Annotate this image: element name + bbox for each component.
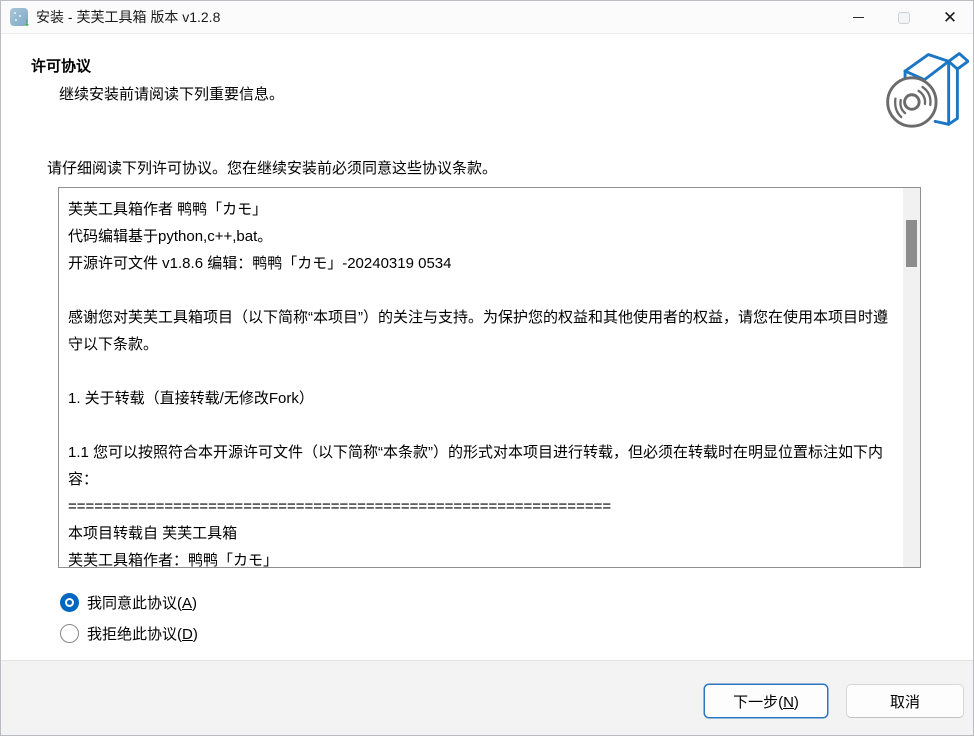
minimize-button[interactable]: [835, 1, 881, 34]
page-subtitle: 继续安装前请阅读下列重要信息。: [59, 86, 285, 103]
app-icon: ⭣: [10, 8, 29, 28]
license-scrollbar[interactable]: [903, 188, 920, 567]
wizard-box-disc-icon: [886, 52, 969, 128]
app-icon-download-arrow: ⭣: [24, 18, 29, 28]
radio-accept-agreement[interactable]: 我同意此协议(A): [60, 592, 197, 613]
close-icon: ✕: [942, 8, 958, 27]
next-button[interactable]: 下一步(N): [704, 684, 828, 718]
radio-decline-agreement[interactable]: 我拒绝此协议(D): [60, 623, 198, 644]
radio-selected-icon[interactable]: [60, 593, 79, 612]
radio-decline-label: 我拒绝此协议(D): [87, 626, 198, 643]
page-title: 许可协议: [31, 58, 92, 75]
maximize-icon: [898, 11, 910, 24]
close-button[interactable]: ✕: [927, 1, 973, 34]
scrollbar-thumb[interactable]: [906, 220, 917, 267]
cancel-button[interactable]: 取消: [846, 684, 964, 718]
radio-unselected-icon[interactable]: [60, 624, 79, 643]
license-instruction: 请仔细阅读下列许可协议。您在继续安装前必须同意这些协议条款。: [47, 160, 498, 177]
license-textbox[interactable]: 芙芙工具箱作者 鸭鸭「カモ」 代码编辑基于python,c++,bat。 开源许…: [58, 187, 921, 568]
minimize-icon: [852, 17, 864, 18]
radio-accept-label: 我同意此协议(A): [87, 595, 198, 612]
window-title: 安装 - 芙芙工具箱 版本 v1.2.8: [36, 9, 221, 25]
titlebar[interactable]: ⭣ 安装 - 芙芙工具箱 版本 v1.2.8 ✕: [1, 1, 973, 34]
window-controls: ✕: [835, 1, 973, 34]
license-text: 芙芙工具箱作者 鸭鸭「カモ」 代码编辑基于python,c++,bat。 开源许…: [68, 201, 888, 567]
installer-window: ⭣ 安装 - 芙芙工具箱 版本 v1.2.8 ✕ 许可协议 继续安装前请阅读下列…: [0, 0, 974, 736]
maximize-button[interactable]: [881, 1, 927, 34]
footer-bar: 下一步(N) 取消: [1, 660, 973, 735]
